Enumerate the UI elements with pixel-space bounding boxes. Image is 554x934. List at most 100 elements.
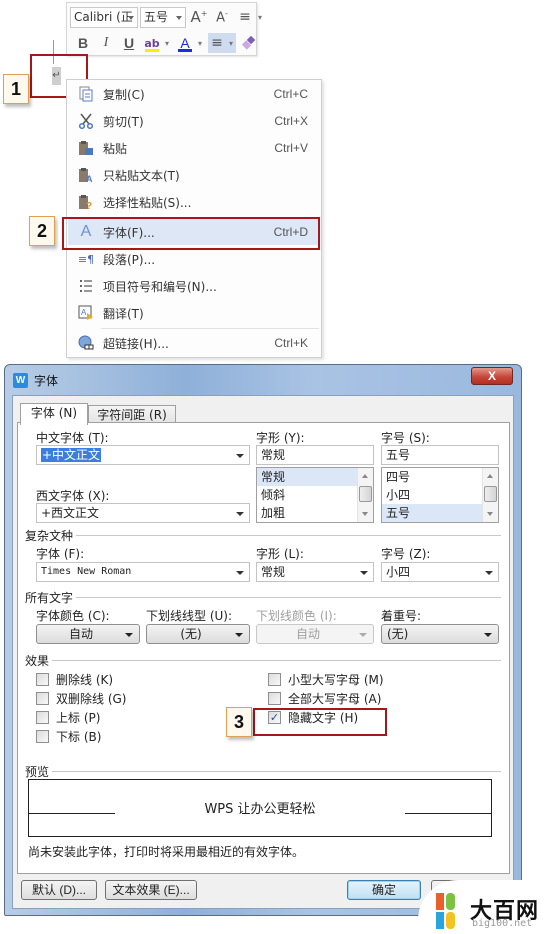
dialog-body: 字体 (N) 字符间距 (R) 中文字体 (T): +中文正文 西文字体 (X)…: [12, 395, 514, 909]
list-item[interactable]: 倾斜: [257, 486, 359, 504]
complex-size-combo[interactable]: 小四: [381, 562, 499, 582]
close-button[interactable]: X: [471, 367, 513, 385]
all-text-group-title: 所有文字: [25, 589, 77, 606]
list-item[interactable]: 加粗: [257, 504, 359, 522]
italic-icon: I: [103, 35, 109, 50]
menu-separator: [101, 328, 319, 329]
grow-font-button[interactable]: A+: [189, 7, 209, 27]
chevron-down-icon: [236, 454, 244, 458]
menu-item-paste-special[interactable]: ? 选择性粘贴(S)...: [68, 189, 320, 215]
list-item[interactable]: 常规: [257, 468, 359, 486]
italic-button[interactable]: I: [96, 33, 116, 53]
scroll-thumb[interactable]: [359, 486, 372, 502]
size-listbox[interactable]: 四号 小四 五号: [381, 467, 499, 523]
double-strikethrough-checkbox[interactable]: 双删除线 (G): [36, 690, 126, 707]
list-item[interactable]: 四号: [382, 468, 484, 486]
font-color-label: 字体颜色 (C):: [36, 609, 110, 623]
font-name-value: Calibri (正: [74, 9, 133, 24]
subscript-checkbox[interactable]: 下标 (B): [36, 728, 101, 745]
font-color-button[interactable]: A: [175, 33, 195, 53]
align-dropdown[interactable]: ▾: [226, 33, 236, 53]
style-listbox[interactable]: 常规 倾斜 加粗: [256, 467, 374, 523]
tab-label: 字体 (N): [30, 406, 78, 420]
paste-special-icon: ?: [78, 194, 94, 210]
bold-button[interactable]: B: [73, 33, 93, 53]
tab-font[interactable]: 字体 (N): [20, 403, 88, 425]
chevron-down-icon: [235, 633, 243, 637]
highlight-icon: ab: [144, 36, 160, 50]
emphasis-mark-combo[interactable]: (无): [381, 624, 499, 644]
highlight-dropdown[interactable]: ▾: [162, 33, 172, 53]
divider: [28, 535, 501, 536]
checkbox-label: 删除线 (K): [56, 673, 114, 687]
scrollbar[interactable]: [482, 468, 498, 522]
menu-item-copy[interactable]: 复制(C) Ctrl+C: [68, 81, 320, 107]
scroll-down-icon[interactable]: [487, 512, 493, 516]
highlight-button[interactable]: ab: [142, 33, 162, 53]
font-dialog: W 字体 X 字体 (N) 字符间距 (R) 中文字体 (T): +中文正文 西…: [4, 364, 522, 916]
small-caps-checkbox[interactable]: 小型大写字母 (M): [268, 671, 384, 688]
underline-color-value: 自动: [295, 627, 320, 641]
scrollbar[interactable]: [357, 468, 373, 522]
callout-highlight-2: [62, 217, 320, 250]
all-caps-checkbox[interactable]: 全部大写字母 (A): [268, 690, 381, 707]
callout-highlight-3: [253, 708, 387, 736]
complex-font-combo[interactable]: Times New Roman: [36, 562, 250, 582]
western-font-combo[interactable]: +西文正文: [36, 503, 250, 523]
menu-item-hyperlink[interactable]: 超链接(H)... Ctrl+K: [68, 330, 320, 356]
chinese-font-combo[interactable]: +中文正文: [36, 445, 250, 465]
style-input[interactable]: 常规: [256, 445, 374, 465]
underline-button[interactable]: U: [119, 33, 139, 53]
highlight-color-bar: [145, 49, 159, 52]
copy-icon: [78, 86, 94, 102]
complex-font-value: Times New Roman: [41, 566, 132, 577]
menu-item-bullets-numbering[interactable]: 项目符号和编号(N)...: [68, 273, 320, 299]
menu-item-label: 剪切(T): [103, 114, 144, 129]
menu-item-shortcut: Ctrl+V: [274, 141, 308, 155]
font-color-dropdown[interactable]: ▾: [195, 33, 205, 53]
chevron-down-icon: ▾: [228, 38, 233, 48]
complex-style-combo[interactable]: 常规: [256, 562, 374, 582]
scroll-thumb[interactable]: [484, 486, 497, 502]
superscript-checkbox[interactable]: 上标 (P): [36, 709, 100, 726]
shrink-font-icon: A-: [216, 8, 228, 26]
menu-item-paste-text-only[interactable]: A 只粘贴文本(T): [68, 162, 320, 188]
menu-item-paste[interactable]: 粘贴 Ctrl+V: [68, 135, 320, 161]
line-spacing-icon: ≡: [239, 9, 251, 25]
strikethrough-checkbox[interactable]: 删除线 (K): [36, 671, 113, 688]
font-size-combo[interactable]: 五号: [140, 6, 186, 28]
mini-toolbar: Calibri (正 五号 A+ A- ≡ ▾ B I U ab ▾ A ▾ ≡…: [66, 2, 262, 56]
size-input[interactable]: 五号: [381, 445, 499, 465]
checkbox-icon: [36, 692, 49, 705]
checkbox-icon: [268, 673, 281, 686]
text-effects-button[interactable]: 文本效果 (E)...: [105, 880, 197, 900]
list-item[interactable]: 小四: [382, 486, 484, 504]
format-painter-button[interactable]: [239, 33, 259, 53]
line-spacing-dropdown[interactable]: ▾: [255, 7, 265, 27]
line-spacing-button[interactable]: ≡: [235, 7, 255, 27]
menu-item-label: 粘贴: [103, 141, 128, 156]
ok-button[interactable]: 确定: [347, 880, 421, 900]
default-button[interactable]: 默认 (D)...: [21, 880, 97, 900]
chevron-down-icon: [236, 571, 244, 575]
svg-text:A: A: [86, 174, 93, 183]
list-item[interactable]: 五号: [382, 504, 484, 522]
chevron-down-icon: [485, 571, 493, 575]
shrink-font-button[interactable]: A-: [212, 7, 232, 27]
scroll-down-icon[interactable]: [362, 512, 368, 516]
menu-item-cut[interactable]: 剪切(T) Ctrl+X: [68, 108, 320, 134]
underline-icon: U: [123, 35, 135, 51]
font-color-combo[interactable]: 自动: [36, 624, 140, 644]
complex-style-label: 字形 (L):: [256, 547, 304, 561]
font-name-combo[interactable]: Calibri (正: [70, 6, 138, 28]
font-tab-panel: 中文字体 (T): +中文正文 西文字体 (X): +西文正文 字形 (Y): …: [17, 422, 510, 874]
menu-item-label: 段落(P)...: [103, 252, 156, 267]
menu-item-translate[interactable]: A 翻译(T): [68, 300, 320, 326]
scroll-up-icon[interactable]: [487, 474, 493, 478]
align-button[interactable]: ≡: [208, 33, 226, 53]
scroll-up-icon[interactable]: [362, 474, 368, 478]
underline-type-combo[interactable]: (无): [146, 624, 250, 644]
menu-item-label: 复制(C): [103, 87, 145, 102]
divider: [28, 771, 501, 772]
hyperlink-icon: [78, 335, 94, 351]
